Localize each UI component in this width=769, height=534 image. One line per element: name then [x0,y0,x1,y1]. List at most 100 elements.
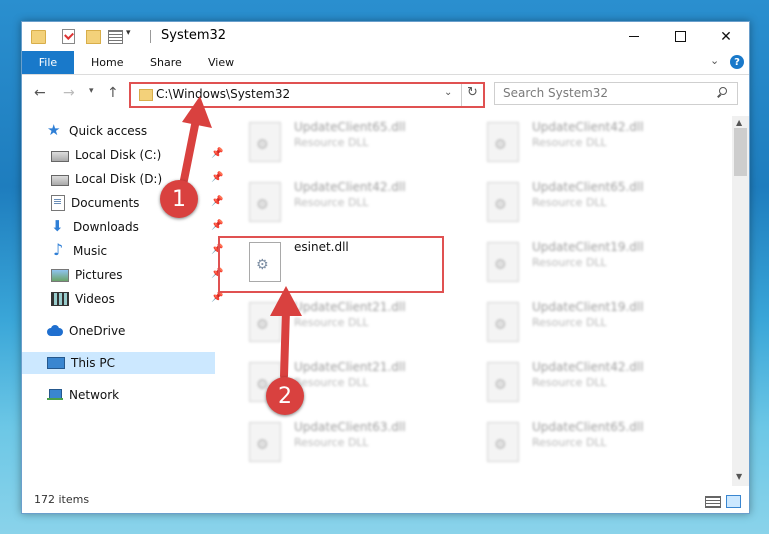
documents-icon [51,195,65,211]
quick-access-dropdown-icon[interactable]: ▾ [126,28,136,44]
pin-icon[interactable]: 📌 [211,292,223,303]
file-item[interactable]: UpdateClient65.dll Resource DLL [475,178,695,228]
file-type: Resource DLL [532,316,607,329]
minimize-button[interactable] [611,22,657,51]
file-item[interactable]: UpdateClient42.dll Resource DLL [475,358,695,408]
file-type: Resource DLL [532,196,607,209]
file-type: Resource DLL [532,376,607,389]
computer-icon [47,357,65,369]
step-badge-2: 2 [266,377,304,415]
nav-item-label: Pictures [75,268,123,282]
file-type: Resource DLL [532,136,607,149]
customize-icon[interactable] [108,30,123,44]
nav-item-label: Downloads [73,220,139,234]
tab-share[interactable]: Share [150,56,182,69]
file-item[interactable]: UpdateClient19.dll Resource DLL [475,298,695,348]
file-item[interactable]: UpdateClient65.dll Resource DLL [475,418,695,468]
scroll-up-icon[interactable]: ▲ [736,118,742,127]
step-badge-1: 1 [160,180,198,218]
forward-arrow-icon[interactable]: → [63,85,75,101]
scroll-down-icon[interactable]: ▼ [736,472,742,481]
nav-item-onedrive[interactable]: OneDrive [47,320,125,342]
file-name: UpdateClient65.dll [294,120,406,134]
file-name: UpdateClient19.dll [532,300,644,314]
nav-item-downloads[interactable]: Downloads 📌 [51,216,223,238]
disk-icon [51,151,69,162]
maximize-button[interactable] [657,22,703,51]
search-box[interactable]: Search System32 [494,82,738,105]
file-name: UpdateClient19.dll [532,240,644,254]
item-count: 172 items [34,493,90,506]
nav-item-label: Documents [71,196,140,210]
tab-file[interactable]: File [22,51,74,74]
disk-icon [51,175,69,186]
nav-item-label: Local Disk (D:) [75,172,163,186]
nav-item-label: Videos [75,292,115,306]
file-name: UpdateClient65.dll [532,420,644,434]
address-dropdown-icon[interactable]: ⌄ [444,87,452,98]
address-row: ← → ▾ ↑ C:\Windows\System32 ⌄ ↻ Search S… [22,75,749,113]
new-folder-icon[interactable] [86,30,101,44]
dll-file-icon [487,122,519,162]
file-type: Resource DLL [294,136,369,149]
folder-icon [139,89,153,101]
file-name: UpdateClient63.dll [294,420,406,434]
nav-item-label: OneDrive [69,324,126,338]
nav-item-this-pc[interactable]: This PC [22,352,215,374]
folder-icon[interactable] [31,30,46,44]
file-name: UpdateClient42.dll [532,360,644,374]
nav-item-label: This PC [71,356,115,370]
vertical-scrollbar[interactable]: ▲ ▼ [732,116,749,486]
window-title: System32 [161,28,227,43]
file-type: Resource DLL [294,196,369,209]
refresh-icon[interactable]: ↻ [467,85,478,100]
file-type: Resource DLL [294,436,369,449]
large-icons-view-icon[interactable] [726,495,741,508]
ribbon-tabs: File Home Share View ⌄ ? [22,51,749,75]
file-highlight-box [218,236,444,293]
file-name: UpdateClient42.dll [532,120,644,134]
file-item[interactable]: UpdateClient42.dll Resource DLL [475,118,695,168]
music-icon [51,240,67,259]
nav-item-quick-access[interactable]: Quick access [47,120,147,142]
scroll-thumb[interactable] [734,128,747,176]
nav-item-label: Quick access [69,124,148,138]
file-item[interactable]: UpdateClient63.dll Resource DLL [237,418,457,468]
nav-item-label: Music [73,244,108,258]
title-bar: ▾ System32 ✕ [22,22,749,51]
tab-view[interactable]: View [208,56,234,69]
nav-item-pictures[interactable]: Pictures 📌 [51,264,223,286]
dll-file-icon [487,362,519,402]
nav-item-music[interactable]: Music 📌 [51,240,223,262]
file-item[interactable]: UpdateClient65.dll Resource DLL [237,118,457,168]
dll-file-icon [487,182,519,222]
file-name: UpdateClient65.dll [532,180,644,194]
file-type: Resource DLL [532,436,607,449]
help-icon[interactable]: ? [730,55,744,69]
nav-item-videos[interactable]: Videos 📌 [51,288,223,310]
details-view-icon[interactable] [705,496,721,508]
back-arrow-icon[interactable]: ← [34,85,46,101]
search-icon[interactable] [717,87,727,97]
videos-icon [51,292,69,306]
arrow-2-icon [270,286,302,380]
nav-item-network[interactable]: Network [47,384,119,406]
dll-file-icon [249,122,281,162]
properties-check-icon[interactable] [62,29,75,44]
divider [150,30,151,43]
file-item[interactable]: UpdateClient42.dll Resource DLL [237,178,457,228]
dll-file-icon [487,302,519,342]
search-input[interactable]: Search System32 [503,86,608,100]
file-item[interactable]: UpdateClient19.dll Resource DLL [475,238,695,288]
cloud-icon [47,324,63,338]
maximize-icon [674,31,686,42]
recent-locations-chevron-icon[interactable]: ▾ [89,86,94,96]
up-arrow-icon[interactable]: ↑ [107,85,119,101]
pin-icon[interactable]: 📌 [211,220,223,231]
minimize-icon [629,36,639,37]
pictures-icon [51,268,69,282]
tab-home[interactable]: Home [91,56,123,69]
expand-ribbon-chevron-icon[interactable]: ⌄ [710,54,719,67]
close-button[interactable]: ✕ [703,22,749,51]
star-icon [47,121,63,139]
